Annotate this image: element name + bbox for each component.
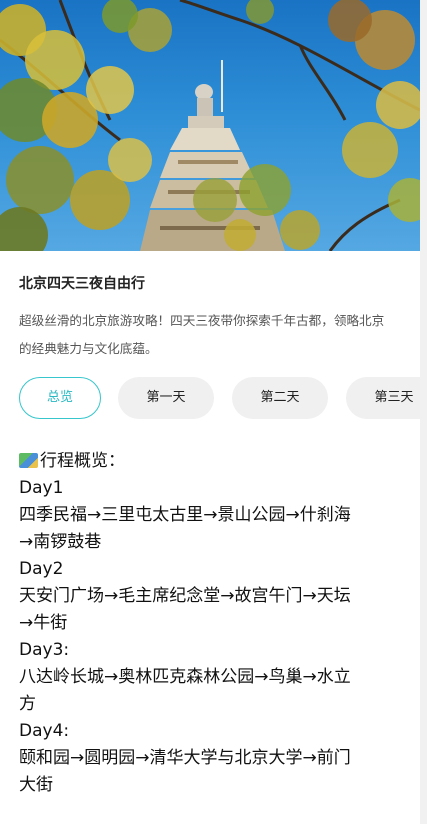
day1-route: 四季民福→三里屯太古里→景山公园→什刹海 xyxy=(19,505,351,525)
day2-route-cont: →牛街 xyxy=(19,613,68,633)
day4-route-cont: 大街 xyxy=(19,775,53,795)
tab-overview[interactable]: 总览 xyxy=(19,377,101,419)
tab-day-2[interactable]: 第二天 xyxy=(232,377,328,419)
description-line: 的经典魅力与文化底蕴。 xyxy=(19,341,158,356)
day3-route: 八达岭长城→奥林匹克森林公园→鸟巢→水立 xyxy=(19,667,351,687)
day4-route: 颐和园→圆明园→清华大学与北京大学→前门 xyxy=(19,748,351,768)
itinerary-overview: 行程概览： Day1 四季民福→三里屯太古里→景山公园→什刹海 →南锣鼓巷 Da… xyxy=(19,448,399,799)
day2-route: 天安门广场→毛主席纪念堂→故宫午门→天坛 xyxy=(19,586,351,606)
pagoda-illustration xyxy=(140,60,285,251)
day1-label: Day1 xyxy=(19,478,64,498)
day3-route-cont: 方 xyxy=(19,694,36,714)
article-title: 北京四天三夜自由行 xyxy=(19,276,145,292)
map-icon xyxy=(19,453,38,468)
day-tabs: 总览 第一天 第二天 第三天 xyxy=(19,377,427,421)
day3-label: Day3: xyxy=(19,640,70,660)
tab-day-1[interactable]: 第一天 xyxy=(118,377,214,419)
tab-day-3[interactable]: 第三天 xyxy=(346,377,427,419)
hero-image xyxy=(0,0,420,251)
day1-route-cont: →南锣鼓巷 xyxy=(19,532,102,552)
scrollbar[interactable] xyxy=(420,0,427,824)
day4-label: Day4: xyxy=(19,721,70,741)
overview-heading-text: 行程概览： xyxy=(40,451,125,471)
day2-label: Day2 xyxy=(19,559,64,579)
article-description: 超级丝滑的北京旅游攻略！四天三夜带你探索千年古都，领略北京 的经典魅力与文化底蕴… xyxy=(19,307,421,363)
pagoda-photo xyxy=(0,0,420,251)
overview-heading: 行程概览： xyxy=(19,448,399,475)
description-line: 超级丝滑的北京旅游攻略！四天三夜带你探索千年古都，领略北京 xyxy=(19,313,385,328)
page: 北京四天三夜自由行 超级丝滑的北京旅游攻略！四天三夜带你探索千年古都，领略北京 … xyxy=(0,0,427,824)
